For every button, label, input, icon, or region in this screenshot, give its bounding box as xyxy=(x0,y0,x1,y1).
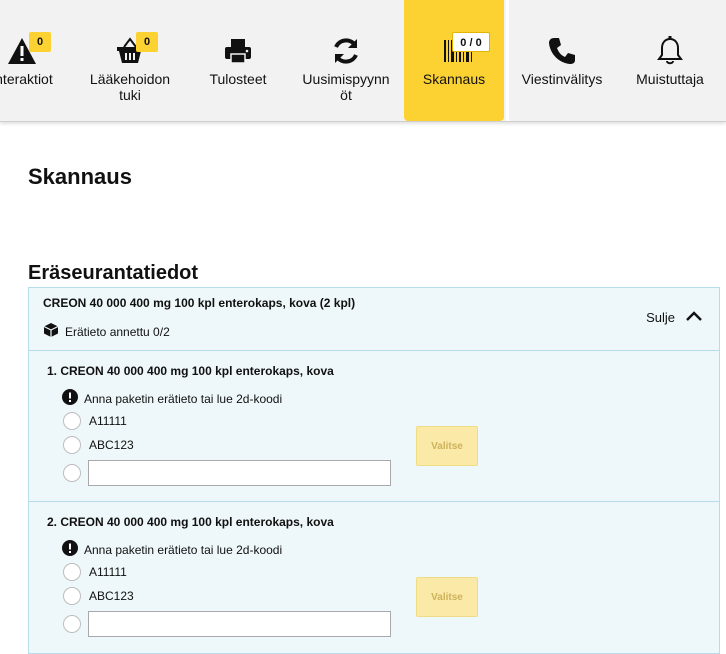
batch-option[interactable]: A11111 xyxy=(63,563,127,581)
batch-option-custom[interactable] xyxy=(63,464,81,482)
select-button[interactable]: Valitse xyxy=(416,577,478,617)
exclamation-icon xyxy=(62,540,78,559)
section-title: Eräseurantatiedot xyxy=(28,262,199,284)
radio-button[interactable] xyxy=(63,615,81,633)
nav-item-label: Skannaus xyxy=(422,71,486,87)
batch-option-label: ABC123 xyxy=(89,589,134,603)
bell-icon xyxy=(654,36,686,66)
radio-button[interactable] xyxy=(63,587,81,605)
batch-number-input[interactable] xyxy=(88,460,391,486)
panel-header: CREON 40 000 400 mg 100 kpl enterokaps, … xyxy=(29,288,719,351)
nav-item-label: Lääkehoidon tuki xyxy=(89,71,171,103)
batch-status-text: Erätieto annettu 0/2 xyxy=(65,324,170,339)
batch-tracking-panel: CREON 40 000 400 mg 100 kpl enterokaps, … xyxy=(28,287,720,654)
nav-item-label: Viestinvälitys xyxy=(521,71,603,87)
box-icon xyxy=(43,322,59,341)
collapse-label: Sulje xyxy=(646,310,675,325)
product-name: CREON 40 000 400 mg 100 kpl enterokaps, … xyxy=(43,296,356,310)
batch-option-custom[interactable] xyxy=(63,615,81,633)
medication-support-badge: 0 xyxy=(136,32,158,52)
nav-item-label: Uusimispyynn öt xyxy=(302,71,390,103)
top-navigation: 0 Interaktiot 0 Lääkehoidon tuki Tuloste… xyxy=(0,0,726,122)
batch-option-label: ABC123 xyxy=(89,438,134,452)
select-button[interactable]: Valitse xyxy=(416,426,478,466)
nav-item-label: Tulosteet xyxy=(209,71,267,87)
batch-option-label: A11111 xyxy=(89,414,127,428)
printer-icon xyxy=(222,36,254,66)
radio-button[interactable] xyxy=(63,412,81,430)
batch-option[interactable]: ABC123 xyxy=(63,587,134,605)
refresh-icon xyxy=(330,36,362,66)
chevron-up-icon xyxy=(685,310,703,325)
batch-item-warning: Anna paketin erätieto tai lue 2d-koodi xyxy=(62,540,282,559)
nav-item-label: Interaktiot xyxy=(0,71,53,87)
nav-item-viestinvalitys[interactable]: Viestinvälitys xyxy=(512,0,612,121)
nav-separator xyxy=(506,0,509,121)
batch-option[interactable]: A11111 xyxy=(63,412,127,430)
nav-item-muistuttaja[interactable]: Muistuttaja xyxy=(622,0,718,121)
warning-text: Anna paketin erätieto tai lue 2d-koodi xyxy=(84,542,283,557)
radio-button[interactable] xyxy=(63,436,81,454)
nav-item-uusimispyynnot[interactable]: Uusimispyynn öt xyxy=(296,0,396,121)
batch-item: 2. CREON 40 000 400 mg 100 kpl enterokap… xyxy=(29,502,719,653)
batch-number-input[interactable] xyxy=(88,611,391,637)
radio-button[interactable] xyxy=(63,464,81,482)
nav-item-interaktiot[interactable]: 0 Interaktiot xyxy=(0,0,74,121)
page-title: Skannaus xyxy=(28,164,132,189)
batch-item: 1. CREON 40 000 400 mg 100 kpl enterokap… xyxy=(29,351,719,502)
batch-item-title: 2. CREON 40 000 400 mg 100 kpl enterokap… xyxy=(47,515,334,529)
batch-item-title: 1. CREON 40 000 400 mg 100 kpl enterokap… xyxy=(47,364,334,378)
batch-status: Erätieto annettu 0/2 xyxy=(43,322,170,341)
nav-item-skannaus[interactable]: 0 / 0 Skannaus xyxy=(404,0,504,121)
warning-text: Anna paketin erätieto tai lue 2d-koodi xyxy=(84,391,283,406)
scan-count-badge: 0 / 0 xyxy=(452,32,490,52)
radio-button[interactable] xyxy=(63,563,81,581)
nav-item-laakehoidon-tuki[interactable]: 0 Lääkehoidon tuki xyxy=(80,0,180,121)
batch-item-warning: Anna paketin erätieto tai lue 2d-koodi xyxy=(62,389,282,408)
collapse-toggle[interactable]: Sulje xyxy=(646,310,703,325)
nav-item-tulosteet[interactable]: Tulosteet xyxy=(192,0,284,121)
phone-icon xyxy=(546,36,578,66)
batch-option[interactable]: ABC123 xyxy=(63,436,134,454)
nav-item-label: Muistuttaja xyxy=(636,71,704,87)
exclamation-icon xyxy=(62,389,78,408)
interactions-badge: 0 xyxy=(29,32,51,52)
batch-option-label: A11111 xyxy=(89,565,127,579)
